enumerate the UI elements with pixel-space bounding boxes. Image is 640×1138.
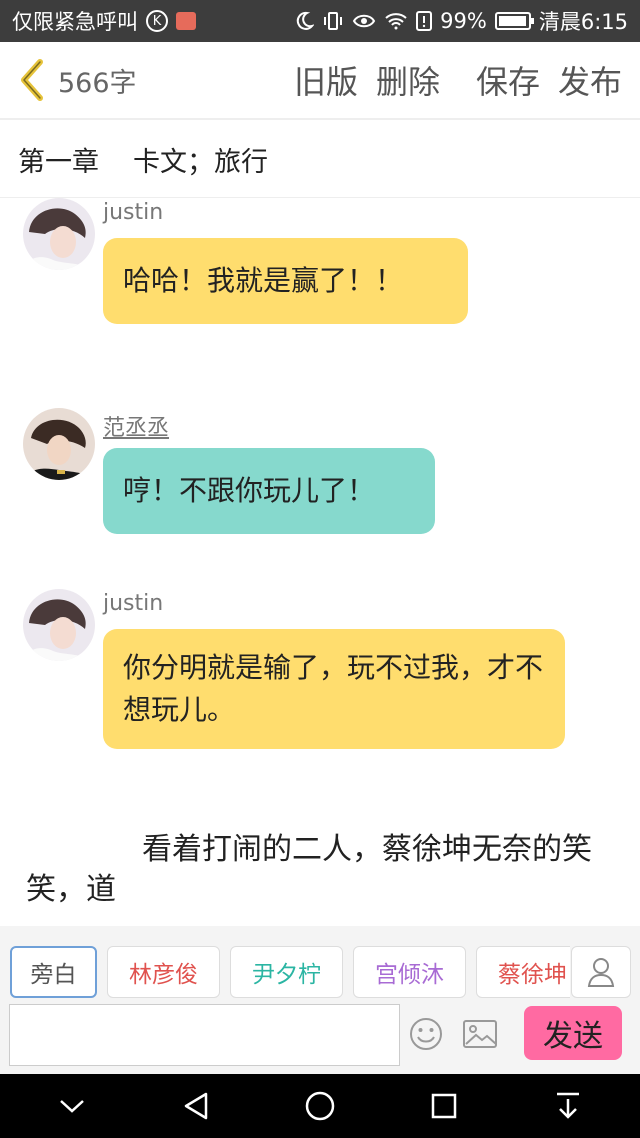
back-icon[interactable] xyxy=(176,1086,216,1126)
speaker-name: justin xyxy=(103,200,164,225)
role-selector: 旁白 林彦俊 尹夕柠 宫倾沐 蔡徐坤 xyxy=(10,946,570,998)
chat-bubble[interactable]: 哈哈！我就是赢了！！ xyxy=(103,238,468,324)
publish-button[interactable]: 发布 xyxy=(558,57,622,103)
role-tab[interactable]: 蔡徐坤 xyxy=(476,946,570,998)
avatar xyxy=(23,589,95,661)
wifi-icon xyxy=(385,13,407,30)
chapter-header[interactable]: 第一章 卡文；旅行 xyxy=(0,122,640,198)
role-tab[interactable]: 旁白 xyxy=(10,946,97,998)
word-count: 566字 xyxy=(58,67,137,99)
vibrate-icon xyxy=(324,12,343,30)
avatar xyxy=(23,198,95,270)
battery-percent: 99% xyxy=(440,9,487,33)
notification-pull-icon[interactable] xyxy=(548,1086,588,1126)
speaker-name: 范丞丞 xyxy=(103,416,170,441)
eye-icon xyxy=(352,14,376,28)
avatar xyxy=(23,408,95,480)
send-button[interactable]: 发送 xyxy=(524,1006,622,1060)
mail-notification-icon xyxy=(176,12,196,30)
smiley-icon[interactable] xyxy=(408,1016,444,1052)
speaker-name: justin xyxy=(103,591,164,616)
delete-button[interactable]: 删除 xyxy=(376,57,440,103)
status-bar: 仅限紧急呼叫 K 99% 清晨6:15 xyxy=(0,0,640,42)
role-tab[interactable]: 尹夕柠 xyxy=(230,946,343,998)
k-badge-icon: K xyxy=(146,10,168,32)
chapter-number: 第一章 xyxy=(18,147,99,178)
battery-icon xyxy=(494,12,534,30)
role-tab[interactable]: 宫倾沐 xyxy=(353,946,466,998)
editor-toolbar: 566字 旧版 删除 保存 发布 xyxy=(0,42,640,120)
composer-panel: 旁白 林彦俊 尹夕柠 宫倾沐 蔡徐坤 发送 xyxy=(0,926,640,1074)
chevron-left-icon[interactable] xyxy=(16,58,46,102)
chat-content[interactable]: justin 哈哈！我就是赢了！！ 范丞丞 哼！不跟你玩儿了！ justin 你… xyxy=(0,198,640,926)
save-button[interactable]: 保存 xyxy=(476,57,540,103)
role-tab[interactable]: 林彦俊 xyxy=(107,946,220,998)
narration-text[interactable]: 看着打闹的二人，蔡徐坤无奈的笑笑，道 xyxy=(26,830,616,910)
chapter-title: 卡文；旅行 xyxy=(133,147,268,178)
clock: 清晨6:15 xyxy=(538,10,628,34)
moon-icon xyxy=(296,11,315,30)
old-version-button[interactable]: 旧版 xyxy=(294,57,358,103)
image-icon[interactable] xyxy=(462,1018,498,1050)
recents-icon[interactable] xyxy=(424,1086,464,1126)
emergency-call-text: 仅限紧急呼叫 xyxy=(12,10,138,34)
person-icon[interactable] xyxy=(571,946,631,998)
chat-bubble[interactable]: 哼！不跟你玩儿了！ xyxy=(103,448,435,534)
message-input[interactable] xyxy=(9,1004,400,1066)
chevron-down-icon[interactable] xyxy=(52,1086,92,1126)
chat-bubble[interactable]: 你分明就是输了，玩不过我，才不想玩儿。 xyxy=(103,629,565,749)
system-nav-bar xyxy=(0,1074,640,1138)
sim-alert-icon xyxy=(416,11,433,31)
home-icon[interactable] xyxy=(300,1086,340,1126)
